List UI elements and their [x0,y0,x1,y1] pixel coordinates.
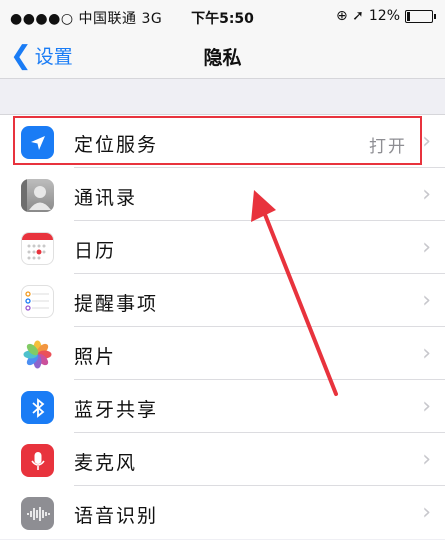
battery-icon [405,9,436,23]
reminders-icon [21,285,54,318]
row-photos[interactable]: 照片 › [0,327,445,380]
row-label: 通讯录 [74,187,138,209]
row-value: 打开 [369,137,407,157]
chevron-right-icon: › [422,129,431,154]
row-speech-recognition[interactable]: 语音识别 › [0,486,445,539]
status-bar: ●●●●○ 中国联通 3G 下午5:50 ⊕ ➚ 12% [0,0,445,34]
chevron-right-icon: › [422,394,431,419]
row-calendar[interactable]: 日历 › [0,221,445,274]
status-right: ⊕ ➚ 12% [335,8,436,24]
row-reminders[interactable]: 提醒事项 › [0,274,445,327]
location-arrow-icon [21,126,54,159]
chevron-right-icon: › [422,341,431,366]
microphone-icon [21,444,54,477]
calendar-icon [21,232,54,265]
row-label: 照片 [74,346,117,368]
row-microphone[interactable]: 麦克风 › [0,433,445,486]
bluetooth-icon [21,391,54,424]
row-label: 语音识别 [74,505,159,527]
lock-location-icon: ⊕ ➚ [335,8,364,24]
navigation-bar: ❮ 设置 隐私 [0,34,445,79]
privacy-list: 定位服务 打开 › 通讯录 › 日历 › 提醒事项 › 照片 › 蓝牙共享 › … [0,114,445,539]
chevron-right-icon: › [422,235,431,260]
row-bluetooth-sharing[interactable]: 蓝牙共享 › [0,380,445,433]
battery-percent: 12% [368,8,400,24]
page-title: 隐私 [203,47,242,69]
row-label: 提醒事项 [74,293,159,315]
row-contacts[interactable]: 通讯录 › [0,168,445,221]
row-label: 麦克风 [74,452,138,474]
speech-recognition-icon [21,497,54,530]
photos-icon [21,338,54,371]
chevron-right-icon: › [422,447,431,472]
row-label: 蓝牙共享 [74,399,159,421]
row-label: 日历 [74,240,117,262]
chevron-right-icon: › [422,182,431,207]
contacts-icon [21,179,54,212]
chevron-right-icon: › [422,500,431,525]
chevron-right-icon: › [422,288,431,313]
row-label: 定位服务 [74,134,159,156]
row-location-services[interactable]: 定位服务 打开 › [0,115,445,168]
